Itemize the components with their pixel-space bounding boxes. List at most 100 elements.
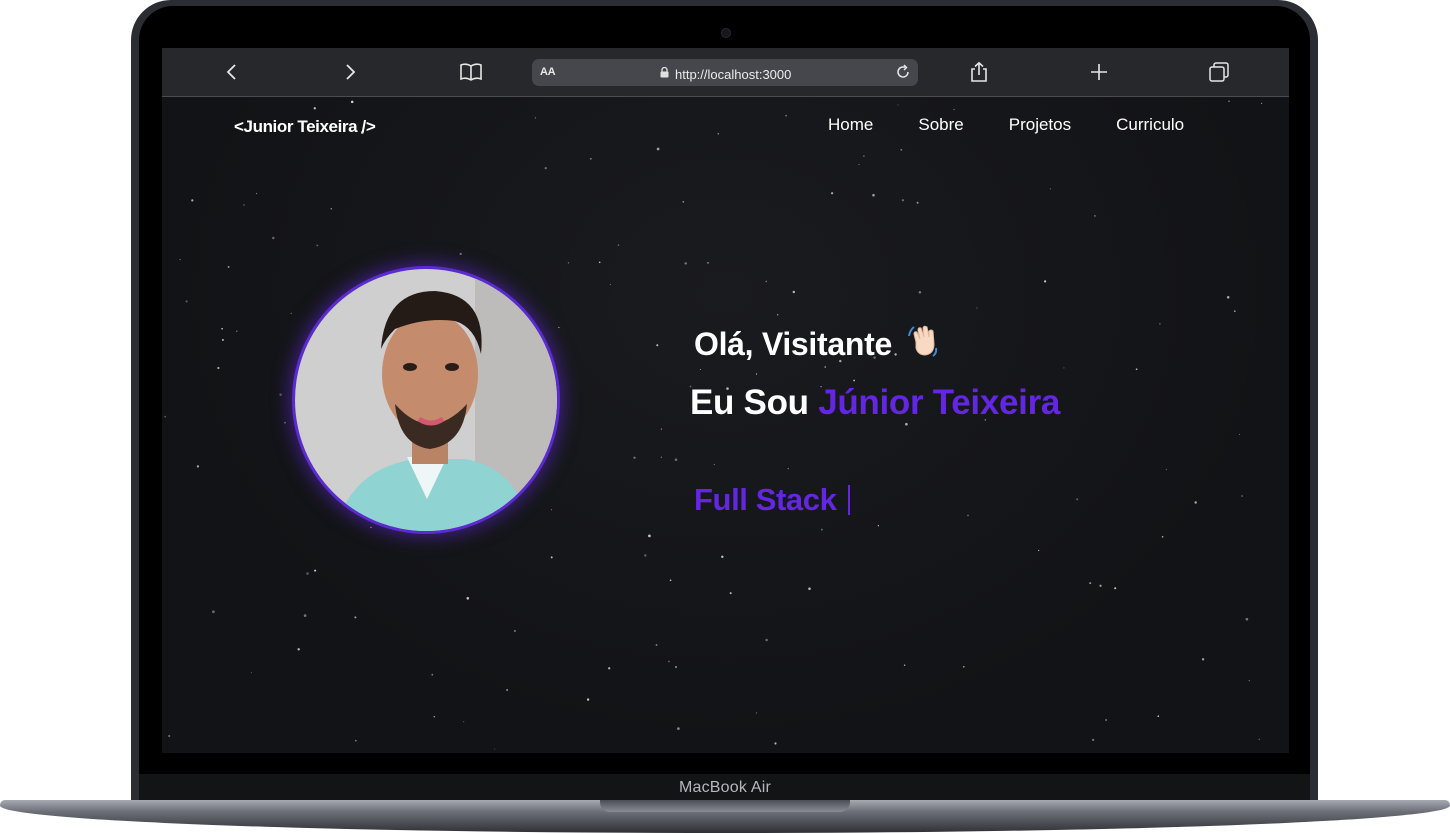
star — [774, 742, 777, 745]
star — [1044, 280, 1047, 283]
share-icon[interactable] — [967, 60, 991, 84]
nav-curriculo[interactable]: Curriculo — [1116, 115, 1184, 135]
star — [777, 314, 779, 316]
star — [466, 597, 470, 600]
greeting: Olá, Visitante — [694, 322, 942, 366]
star — [674, 665, 678, 669]
book-icon[interactable] — [459, 60, 483, 84]
star — [354, 739, 357, 742]
star — [905, 422, 908, 426]
star — [608, 667, 611, 670]
star — [792, 290, 796, 294]
profile-photo — [295, 269, 557, 531]
star — [313, 107, 316, 110]
star — [1076, 498, 1079, 501]
star — [316, 244, 319, 247]
star — [179, 258, 181, 261]
star — [787, 467, 789, 470]
star — [962, 665, 965, 668]
star — [668, 660, 670, 663]
nav-sobre[interactable]: Sobre — [918, 115, 963, 135]
star — [820, 528, 823, 531]
star — [872, 193, 875, 197]
star — [290, 312, 292, 314]
star — [609, 284, 611, 285]
reload-icon[interactable] — [894, 63, 912, 81]
star — [808, 587, 811, 591]
waving-hand-icon — [906, 322, 942, 366]
chevron-right-icon[interactable] — [338, 60, 362, 84]
site-logo[interactable]: <Junior Teixeira /> — [234, 117, 376, 137]
star — [1239, 433, 1241, 435]
chevron-left-icon[interactable] — [220, 60, 244, 84]
star — [648, 534, 651, 538]
star — [1135, 368, 1138, 371]
star — [272, 236, 275, 240]
address-bar[interactable]: AA http://localhost:3000 — [532, 59, 918, 86]
star — [1114, 587, 1117, 590]
laptop-base-notch — [600, 800, 850, 812]
star — [513, 630, 516, 632]
star — [918, 291, 922, 294]
star — [243, 204, 245, 206]
star — [221, 327, 223, 330]
star — [255, 192, 258, 195]
star — [1038, 549, 1040, 552]
star — [185, 300, 188, 303]
star — [303, 614, 307, 617]
star — [1228, 100, 1230, 102]
star — [567, 262, 570, 264]
star — [901, 199, 905, 202]
star — [598, 261, 601, 264]
star — [729, 592, 732, 595]
lock-icon — [660, 65, 669, 83]
star — [550, 556, 553, 559]
web-page: <Junior Teixeira /> Home Sobre Projetos … — [162, 97, 1289, 753]
star — [459, 252, 462, 256]
tabs-icon[interactable] — [1207, 60, 1231, 84]
plus-icon[interactable] — [1087, 60, 1111, 84]
star — [1233, 310, 1236, 313]
star — [221, 338, 224, 341]
star — [463, 721, 465, 723]
star — [1258, 738, 1261, 741]
intro-line: Eu Sou Júnior Teixeira — [690, 383, 1060, 423]
intro-prefix: Eu Sou — [690, 383, 819, 422]
star — [674, 458, 678, 462]
star — [433, 715, 436, 718]
star — [765, 638, 768, 642]
star — [707, 262, 709, 264]
star — [191, 199, 194, 202]
star — [1201, 658, 1205, 661]
star — [660, 428, 662, 430]
star — [903, 664, 906, 666]
star — [1226, 296, 1230, 299]
star — [1159, 323, 1161, 325]
star — [1089, 582, 1092, 585]
star — [633, 456, 636, 459]
star — [250, 672, 252, 674]
star — [494, 748, 496, 750]
star — [1161, 535, 1164, 538]
star — [1049, 188, 1052, 190]
text-size-button[interactable]: AA — [540, 66, 556, 78]
nav-projetos[interactable]: Projetos — [1009, 115, 1071, 135]
nav-home[interactable]: Home — [828, 115, 873, 135]
star — [1165, 468, 1167, 471]
star — [1241, 495, 1243, 497]
star — [558, 326, 560, 329]
star — [1099, 584, 1102, 587]
star — [858, 164, 860, 166]
star — [830, 192, 834, 195]
author-name: Júnior Teixeira — [818, 383, 1061, 422]
star — [967, 514, 969, 517]
star — [297, 648, 300, 651]
star — [677, 727, 680, 730]
greeting-text: Olá, Visitante — [694, 325, 892, 362]
star — [976, 307, 978, 309]
star — [284, 421, 286, 424]
star — [1245, 617, 1249, 621]
star — [1248, 679, 1251, 682]
star — [306, 572, 309, 575]
star — [1157, 715, 1160, 718]
